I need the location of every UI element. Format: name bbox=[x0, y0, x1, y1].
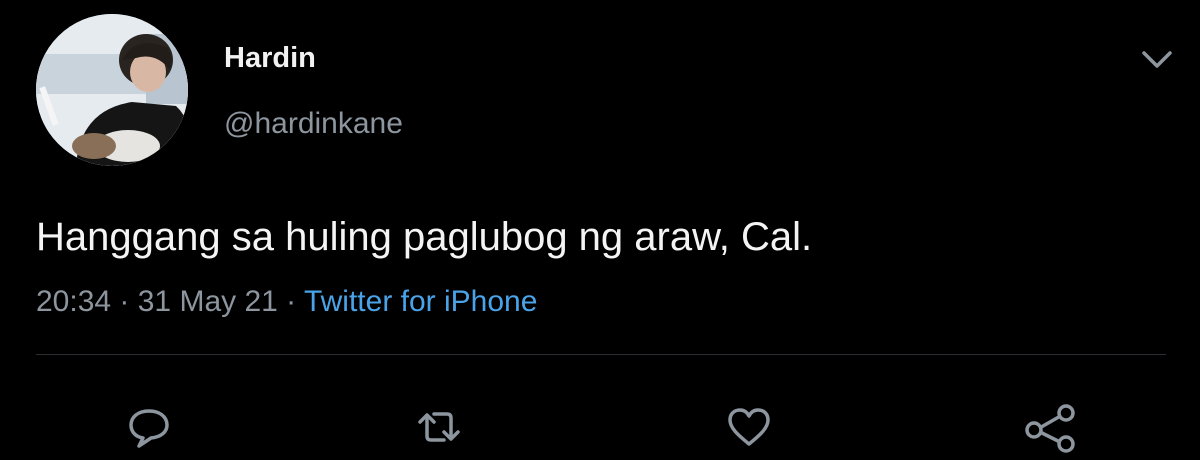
tweet-card: Hardin @hardinkane Hanggang sa huling pa… bbox=[0, 0, 1200, 460]
tweet-text: Hanggang sa huling paglubog ng araw, Cal… bbox=[36, 215, 813, 259]
tweet-source-link[interactable]: Twitter for iPhone bbox=[304, 285, 537, 318]
avatar-image bbox=[36, 14, 188, 166]
like-button[interactable] bbox=[724, 402, 774, 452]
reply-button[interactable] bbox=[124, 402, 174, 452]
tweet-time: 20:34 bbox=[36, 285, 112, 318]
heart-icon bbox=[728, 408, 770, 446]
tweet-date: 31 May 21 bbox=[137, 285, 278, 318]
author-handle[interactable]: @hardinkane bbox=[224, 106, 403, 142]
share-button[interactable] bbox=[1022, 402, 1075, 453]
divider bbox=[36, 354, 1166, 355]
author-display-name[interactable]: Hardin bbox=[224, 40, 316, 76]
author-avatar[interactable] bbox=[36, 14, 188, 166]
chevron-down-icon bbox=[1142, 51, 1172, 68]
speech-bubble-icon bbox=[129, 409, 169, 448]
meta-separator: · bbox=[111, 285, 138, 318]
retweet-button[interactable] bbox=[414, 402, 464, 452]
retweet-arrows-icon bbox=[418, 412, 460, 442]
more-options-button[interactable] bbox=[1140, 46, 1174, 74]
tweet-meta: 20:34 · 31 May 21 · Twitter for iPhone bbox=[36, 283, 537, 321]
share-nodes-icon bbox=[1025, 404, 1075, 453]
meta-separator: · bbox=[277, 285, 304, 318]
